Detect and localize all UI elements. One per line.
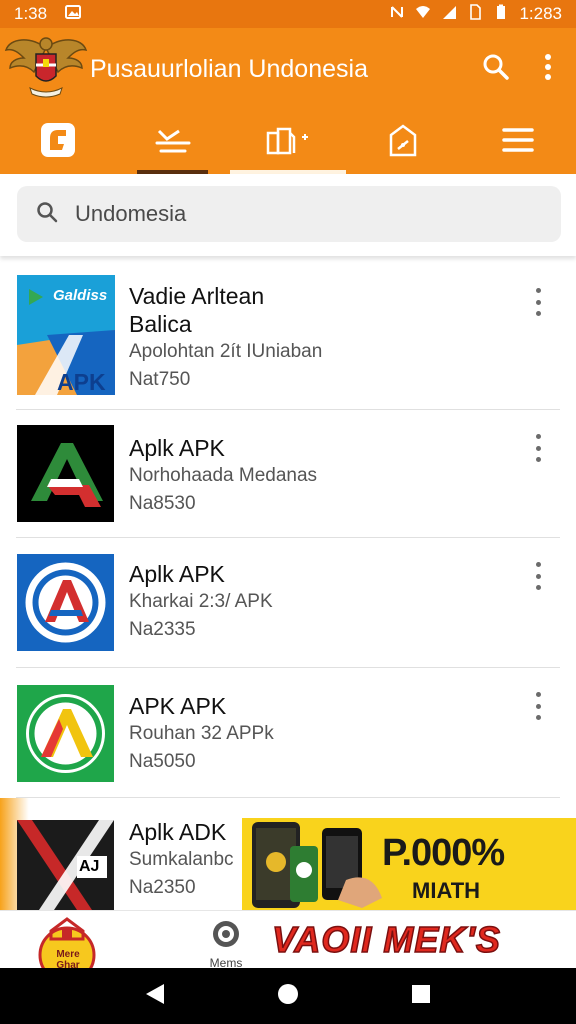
status-time: 1:38: [14, 4, 48, 23]
wifi-icon: [415, 4, 431, 25]
item-meta: Na2350: [129, 877, 196, 898]
item-title: Aplk APK: [129, 435, 225, 461]
thumb-brand-text: AJ: [79, 858, 100, 875]
target-icon: [211, 919, 241, 954]
list-item[interactable]: APK APK Rouhan 32 APPk Na5050: [0, 668, 576, 798]
home-circle-icon[interactable]: [276, 982, 300, 1011]
item-text: Aplk APK Kharkai 2:3/ APK Na2335: [129, 560, 273, 644]
item-more-icon[interactable]: [530, 692, 546, 720]
item-subtitle: Sumkalanbc: [129, 849, 234, 870]
search-section: Undomesia: [0, 174, 576, 256]
list-item[interactable]: Aplk APK Kharkai 2:3/ APK Na2335: [0, 538, 576, 668]
promo-banner-text[interactable]: VAOII MEK'S: [271, 918, 501, 961]
item-meta: Na5050: [129, 751, 196, 772]
tab-apps[interactable]: [230, 110, 346, 174]
back-icon[interactable]: [144, 982, 166, 1011]
item-title: Aplk APK: [129, 561, 225, 587]
app-thumbnail: [17, 554, 114, 651]
tab-menu[interactable]: [461, 110, 576, 174]
item-meta: Na8530: [129, 493, 196, 514]
item-meta: Nat750: [129, 369, 191, 390]
sim-icon: [467, 3, 483, 25]
item-title: Aplk ADK: [129, 819, 227, 845]
item-subtitle: Rouhan 32 APPk: [129, 723, 274, 744]
system-nav-bar: [0, 968, 576, 1024]
nfc-icon: [389, 4, 405, 25]
ad-headline: P.000%: [382, 832, 505, 874]
list-item[interactable]: Aplk APK Norhohaada Medanas Na8530: [0, 410, 576, 538]
item-subtitle: Apolohtan 2ít IUniaban: [129, 341, 323, 362]
nav-item-center[interactable]: Mems: [196, 919, 256, 970]
tray-icon: [153, 125, 193, 160]
app-thumbnail: AJ: [17, 820, 114, 910]
thumb-brand-text: Galdiss: [53, 287, 108, 304]
garuda-emblem-logo: [0, 28, 92, 110]
app-bar: Pusauurlolian Undonesia: [0, 28, 576, 110]
app-thumbnail: Galdiss APK: [17, 275, 115, 395]
ad-subline: MIATH: [412, 878, 481, 903]
ad-banner[interactable]: P.000% MIATH: [242, 818, 576, 910]
recents-icon[interactable]: [410, 983, 432, 1010]
overflow-menu-icon[interactable]: [544, 53, 552, 85]
app-logo-icon: [40, 122, 76, 163]
status-time-right: 1:283: [519, 4, 562, 23]
apps-box-icon: [264, 123, 312, 162]
tab-inbox[interactable]: [115, 110, 230, 174]
hamburger-menu-icon: [502, 127, 535, 158]
thumb-apk-label: APK: [57, 369, 106, 395]
app-thumbnail: [17, 425, 114, 522]
item-more-icon[interactable]: [530, 288, 546, 316]
item-title: Vadie Arltean: [129, 283, 265, 309]
item-title-line2: Balica: [129, 311, 192, 337]
item-text: Vadie Arltean Balica Apolohtan 2ít IUnia…: [129, 282, 322, 394]
item-more-icon[interactable]: [530, 434, 546, 462]
app-title: Pusauurlolian Undonesia: [90, 54, 368, 83]
search-field-icon: [35, 200, 59, 229]
item-text: Aplk ADK Sumkalanbc Na2350: [129, 818, 234, 902]
list-item[interactable]: Galdiss APK Vadie Arltean Balica Apoloht…: [0, 262, 576, 410]
app-thumbnail: [17, 685, 114, 782]
item-title: APK APK: [129, 693, 227, 719]
item-meta: Na2335: [129, 619, 196, 640]
item-more-icon[interactable]: [530, 562, 546, 590]
status-bar: 1:38 1:283: [0, 0, 576, 28]
item-text: APK APK Rouhan 32 APPk Na5050: [129, 692, 274, 776]
item-text: Aplk APK Norhohaada Medanas Na8530: [129, 434, 317, 518]
battery-icon: [493, 4, 509, 25]
bottom-nav: Mere Ghar Mems VAOII MEK'S: [0, 910, 576, 984]
tab-home[interactable]: [0, 110, 115, 174]
signal-icon: [441, 4, 457, 25]
search-input[interactable]: Undomesia: [17, 186, 561, 242]
search-icon[interactable]: [482, 53, 510, 86]
item-subtitle: Kharkai 2:3/ APK: [129, 591, 273, 612]
search-value: Undomesia: [75, 201, 187, 226]
gallery-icon: [65, 4, 82, 25]
tab-store[interactable]: [346, 110, 461, 174]
item-subtitle: Norhohaada Medanas: [129, 465, 318, 486]
tab-bar: [0, 110, 576, 174]
store-icon: [388, 123, 418, 162]
